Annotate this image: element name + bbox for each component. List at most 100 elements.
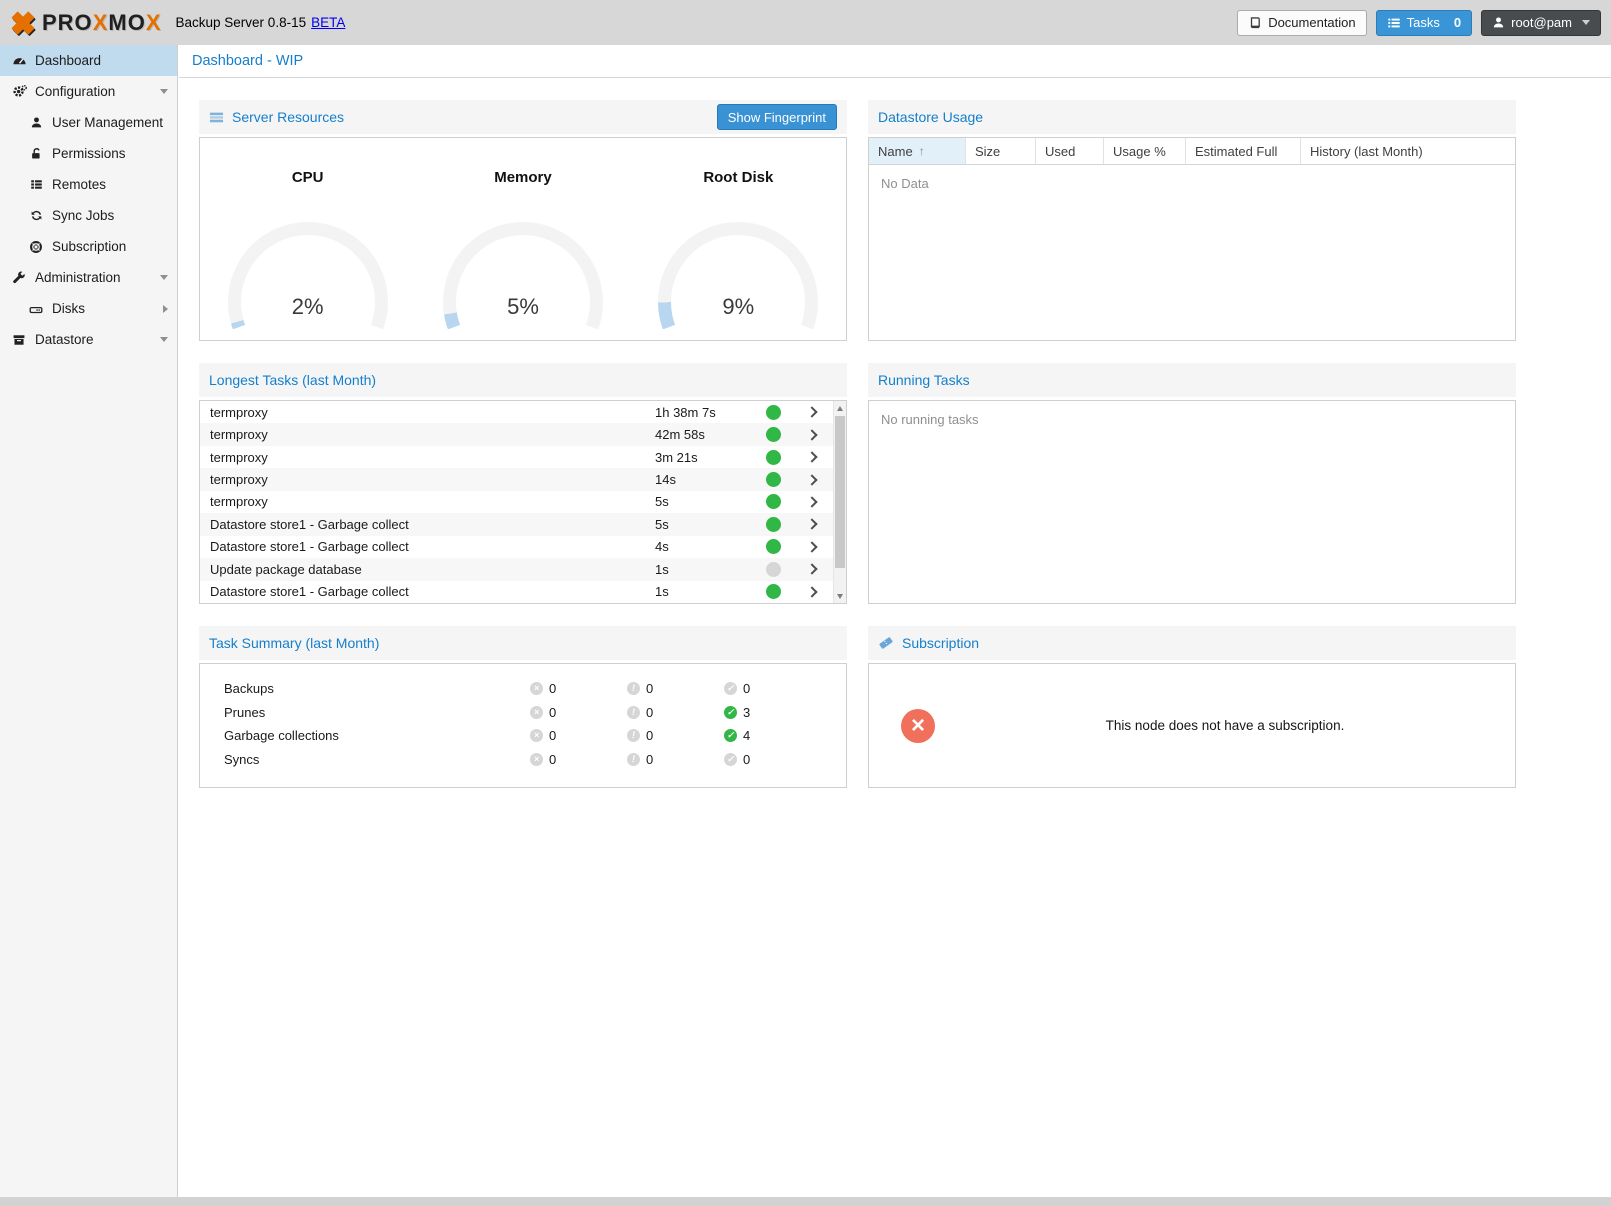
- task-summary-panel: Task Summary (last Month) Backups ×0 !0 …: [199, 626, 847, 788]
- chevron-right-icon[interactable]: [806, 451, 817, 462]
- error-count: 0: [549, 705, 556, 720]
- panel-title: Subscription: [902, 635, 979, 651]
- user-menu-button[interactable]: root@pam: [1481, 10, 1601, 36]
- column-header-name[interactable]: Name↑: [869, 138, 966, 164]
- error-count: 0: [549, 752, 556, 767]
- summary-label: Garbage collections: [200, 728, 530, 743]
- page-titlebar: Dashboard - WIP: [179, 45, 1611, 78]
- scrollbar[interactable]: [833, 401, 846, 603]
- caret-down-icon: [1582, 20, 1590, 25]
- ok-circle-icon: ✓: [724, 682, 737, 695]
- column-header-usage[interactable]: Usage %: [1104, 138, 1186, 164]
- page-title: Dashboard - WIP: [192, 53, 303, 69]
- sidebar-item-configuration[interactable]: Configuration: [0, 76, 177, 107]
- root-disk-gauge: Root Disk 9%: [631, 138, 846, 340]
- task-row[interactable]: termproxy1h 38m 7s: [200, 401, 833, 423]
- task-status-icon: [766, 405, 781, 420]
- sidebar-item-label: Subscription: [52, 239, 126, 254]
- chevron-down-icon[interactable]: [160, 89, 168, 94]
- task-name: Datastore store1 - Garbage collect: [200, 539, 655, 554]
- error-circle-icon: ×: [530, 706, 543, 719]
- subscription-message: This node does not have a subscription.: [935, 718, 1515, 733]
- user-icon: [27, 116, 45, 129]
- chevron-right-icon[interactable]: [806, 586, 817, 597]
- chevron-down-icon[interactable]: [160, 337, 168, 342]
- warning-count: 0: [646, 728, 653, 743]
- archive-icon: [10, 333, 28, 347]
- ok-circle-icon: ✓: [724, 753, 737, 766]
- sidebar-item-remotes[interactable]: Remotes: [0, 169, 177, 200]
- sidebar-item-permissions[interactable]: Permissions: [0, 138, 177, 169]
- sidebar-item-disks[interactable]: Disks: [0, 293, 177, 324]
- error-count: 0: [549, 681, 556, 696]
- sidebar-item-label: Sync Jobs: [52, 208, 114, 223]
- beta-link[interactable]: BETA: [311, 15, 345, 30]
- task-row[interactable]: Datastore store1 - Garbage collect4s: [200, 536, 833, 558]
- chevron-right-icon[interactable]: [806, 564, 817, 575]
- tasks-button[interactable]: Tasks 0: [1376, 10, 1472, 36]
- warning-count: 0: [646, 752, 653, 767]
- panel-title: Datastore Usage: [878, 109, 983, 125]
- sidebar-item-dashboard[interactable]: Dashboard: [0, 45, 177, 76]
- no-running-tasks-text: No running tasks: [869, 401, 1515, 438]
- column-header-estimated-full[interactable]: Estimated Full: [1186, 138, 1301, 164]
- sidebar-item-label: Permissions: [52, 146, 126, 161]
- summary-row: Prunes ×0 !0 ✓3: [200, 701, 846, 725]
- chevron-right-icon[interactable]: [806, 496, 817, 507]
- sidebar: Dashboard Configuration User Management …: [0, 45, 178, 1197]
- task-row[interactable]: Update package database1s: [200, 558, 833, 580]
- sidebar-item-administration[interactable]: Administration: [0, 262, 177, 293]
- task-list-icon: [1387, 16, 1401, 30]
- task-name: termproxy: [200, 427, 655, 442]
- gauge-label: CPU: [200, 169, 415, 186]
- refresh-icon: [27, 209, 45, 222]
- task-row[interactable]: termproxy14s: [200, 468, 833, 490]
- scroll-down-arrow[interactable]: [834, 589, 846, 603]
- column-header-history[interactable]: History (last Month): [1301, 138, 1515, 164]
- documentation-button[interactable]: Documentation: [1237, 10, 1366, 36]
- sidebar-item-sync-jobs[interactable]: Sync Jobs: [0, 200, 177, 231]
- support-icon: [27, 240, 45, 254]
- task-row[interactable]: Datastore store1 - Garbage collect5s: [200, 513, 833, 535]
- no-data-text: No Data: [869, 165, 1515, 202]
- sidebar-item-datastore[interactable]: Datastore: [0, 324, 177, 355]
- task-duration: 5s: [655, 517, 755, 532]
- chevron-right-icon[interactable]: [806, 429, 817, 440]
- hdd-icon: [27, 302, 45, 316]
- task-row[interactable]: termproxy42m 58s: [200, 423, 833, 445]
- task-name: Datastore store1 - Garbage collect: [200, 517, 655, 532]
- column-header-size[interactable]: Size: [966, 138, 1036, 164]
- ok-circle-icon: ✓: [724, 729, 737, 742]
- sidebar-item-label: Remotes: [52, 177, 106, 192]
- sidebar-item-user-management[interactable]: User Management: [0, 107, 177, 138]
- show-fingerprint-button[interactable]: Show Fingerprint: [717, 104, 837, 130]
- task-duration: 1s: [655, 562, 755, 577]
- chevron-right-icon[interactable]: [806, 474, 817, 485]
- panel-title: Task Summary (last Month): [209, 635, 379, 651]
- error-circle-icon: ×: [530, 682, 543, 695]
- column-header-used[interactable]: Used: [1036, 138, 1104, 164]
- tachometer-icon: [10, 53, 28, 68]
- cogs-icon: [10, 84, 28, 99]
- chevron-right-icon[interactable]: [806, 541, 817, 552]
- task-status-icon: [766, 539, 781, 554]
- scrollbar-thumb[interactable]: [835, 416, 845, 568]
- wrench-icon: [10, 271, 28, 285]
- chevron-right-icon[interactable]: [806, 519, 817, 530]
- task-row[interactable]: Datastore store1 - Garbage collect1s: [200, 581, 833, 603]
- summary-label: Backups: [200, 681, 530, 696]
- chevron-down-icon[interactable]: [160, 275, 168, 280]
- task-status-icon: [766, 472, 781, 487]
- chevron-right-icon[interactable]: [163, 305, 168, 313]
- task-name: termproxy: [200, 405, 655, 420]
- summary-row: Syncs ×0 !0 ✓0: [200, 748, 846, 772]
- sidebar-item-subscription[interactable]: Subscription: [0, 231, 177, 262]
- proxmox-logo-icon: [8, 8, 38, 38]
- task-row[interactable]: termproxy5s: [200, 491, 833, 513]
- task-status-icon: [766, 427, 781, 442]
- chevron-right-icon[interactable]: [806, 407, 817, 418]
- task-row[interactable]: termproxy3m 21s: [200, 446, 833, 468]
- task-duration: 1h 38m 7s: [655, 405, 755, 420]
- memory-gauge: Memory 5%: [415, 138, 630, 340]
- scroll-up-arrow[interactable]: [834, 401, 846, 415]
